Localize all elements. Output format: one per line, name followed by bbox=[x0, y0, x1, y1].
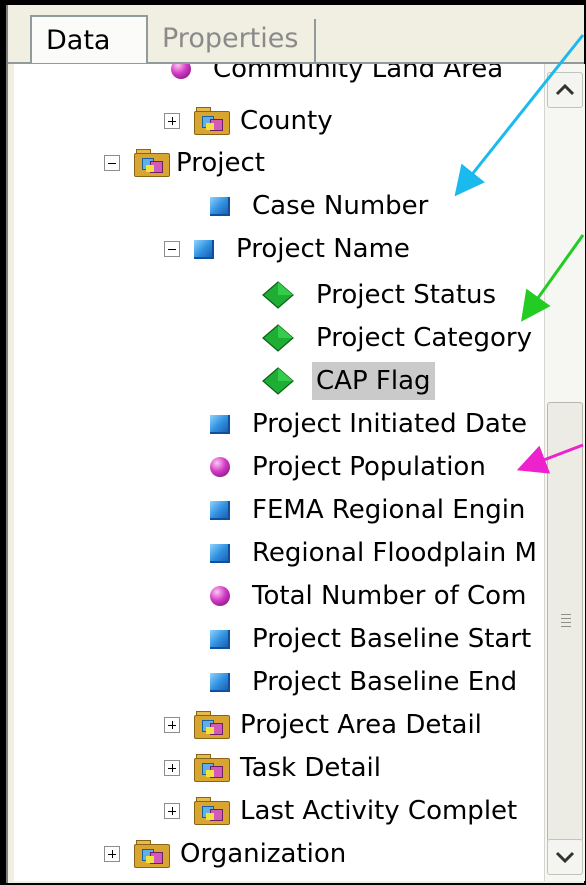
tree-item-task-detail[interactable]: Task Detail bbox=[164, 746, 385, 790]
dimension-cube-icon bbox=[210, 672, 230, 692]
tree-item-label: County bbox=[240, 106, 333, 136]
tree-item-label: CAP Flag bbox=[312, 362, 435, 400]
folder-icon bbox=[134, 149, 170, 177]
tree-item-cap-flag[interactable]: CAP Flag bbox=[262, 359, 435, 403]
tab-properties[interactable]: Properties bbox=[148, 19, 316, 63]
data-tree: Community Land Area County Project Case … bbox=[14, 64, 544, 881]
measure-sphere-icon bbox=[210, 586, 230, 606]
tree-item-project-category[interactable]: Project Category bbox=[262, 316, 536, 360]
detail-diamond-icon bbox=[262, 281, 294, 309]
dimension-cube-icon bbox=[210, 500, 230, 520]
expand-icon[interactable] bbox=[164, 803, 180, 819]
tree-item-project-name[interactable]: Project Name bbox=[164, 227, 414, 271]
tree-item-community-land-area[interactable]: Community Land Area bbox=[171, 64, 507, 91]
dimension-cube-icon bbox=[210, 414, 230, 434]
folder-icon bbox=[194, 754, 230, 782]
tree-item-project[interactable]: Project bbox=[104, 141, 269, 185]
attribute-sphere-icon bbox=[171, 64, 191, 79]
tree-item-label: Regional Floodplain M bbox=[252, 538, 537, 568]
tree-item-project-area-detail[interactable]: Project Area Detail bbox=[164, 703, 486, 747]
expand-icon[interactable] bbox=[104, 846, 120, 862]
tree-item-project-baseline-start[interactable]: Project Baseline Start bbox=[210, 617, 535, 661]
expand-icon[interactable] bbox=[164, 717, 180, 733]
folder-icon bbox=[194, 711, 230, 739]
tree-item-project-baseline-end[interactable]: Project Baseline End bbox=[210, 660, 521, 704]
chevron-down-icon bbox=[555, 851, 575, 864]
tree-item-fema-regional-engineer[interactable]: FEMA Regional Engin bbox=[210, 488, 529, 532]
tree-item-label: Project Baseline Start bbox=[252, 624, 532, 654]
tree-item-label: Task Detail bbox=[240, 753, 381, 783]
detail-diamond-icon bbox=[262, 367, 294, 395]
tree-item-label: Project Status bbox=[316, 280, 497, 310]
expand-icon[interactable] bbox=[164, 113, 180, 129]
expand-icon[interactable] bbox=[164, 760, 180, 776]
folder-icon bbox=[194, 797, 230, 825]
dimension-cube-icon bbox=[210, 196, 230, 216]
tree-item-total-number-of-communities[interactable]: Total Number of Com bbox=[210, 574, 530, 618]
collapse-icon[interactable] bbox=[164, 241, 180, 257]
scroll-up-button[interactable] bbox=[547, 72, 583, 108]
tree-item-label: FEMA Regional Engin bbox=[252, 495, 526, 525]
tree-item-label: Last Activity Complet bbox=[240, 796, 518, 826]
tree-item-label: Project Area Detail bbox=[240, 710, 482, 740]
tree-item-label: Community Land Area bbox=[213, 64, 504, 84]
chevron-up-icon bbox=[555, 83, 575, 96]
tree-item-label: Case Number bbox=[252, 191, 429, 221]
tree-item-label: Project Baseline End bbox=[252, 667, 518, 697]
tree-item-last-activity-completed[interactable]: Last Activity Complet bbox=[164, 789, 521, 833]
dimension-cube-icon bbox=[210, 629, 230, 649]
tree-item-label: Project Name bbox=[236, 234, 410, 264]
window-border-left-inner bbox=[6, 0, 8, 885]
collapse-icon[interactable] bbox=[104, 155, 120, 171]
tree-item-label: Project bbox=[176, 148, 265, 178]
tree-item-organization[interactable]: Organization bbox=[104, 832, 350, 876]
tree-item-regional-floodplain[interactable]: Regional Floodplain M bbox=[210, 531, 541, 575]
dimension-cube-icon bbox=[194, 239, 214, 259]
tree-item-project-population[interactable]: Project Population bbox=[210, 445, 490, 489]
detail-diamond-icon bbox=[262, 324, 294, 352]
scroll-thumb[interactable] bbox=[547, 402, 583, 842]
tree-item-label: Project Category bbox=[316, 323, 532, 353]
vertical-scrollbar[interactable] bbox=[544, 64, 585, 881]
measure-sphere-icon bbox=[210, 457, 230, 477]
tree-item-project-initiated-date[interactable]: Project Initiated Date bbox=[210, 402, 531, 446]
scroll-down-button[interactable] bbox=[547, 839, 583, 875]
dimension-cube-icon bbox=[210, 543, 230, 563]
tree-item-label: Project Initiated Date bbox=[252, 409, 528, 439]
tree-item-case-number[interactable]: Case Number bbox=[210, 184, 432, 228]
tab-data[interactable]: Data bbox=[30, 15, 148, 63]
tree-item-label: Project Population bbox=[252, 452, 486, 482]
tree-item-project-status[interactable]: Project Status bbox=[262, 273, 500, 317]
folder-icon bbox=[194, 107, 230, 135]
folder-icon bbox=[134, 840, 170, 868]
tree-item-label: Total Number of Com bbox=[252, 581, 527, 611]
tree-item-county[interactable]: County bbox=[164, 99, 337, 143]
tree-item-label: Organization bbox=[180, 839, 347, 869]
